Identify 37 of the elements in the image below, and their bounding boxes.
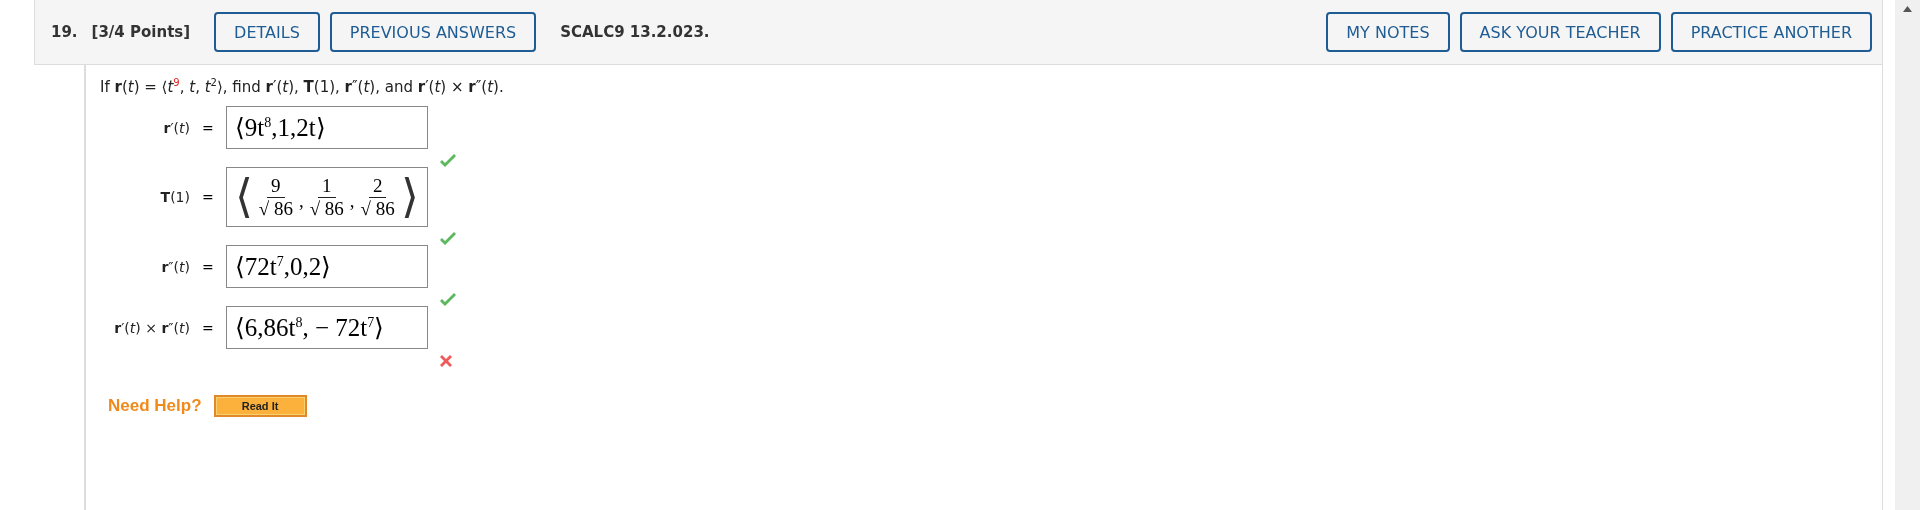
numerator: 1 [318, 174, 336, 198]
read-it-button[interactable]: Read It [213, 395, 307, 417]
numerator: 9 [267, 174, 285, 198]
equals-sign: = [202, 258, 214, 275]
angle-bracket: ⟨ [234, 174, 253, 220]
help-label: Need Help? [108, 396, 202, 416]
answer-label: r′(t) [162, 119, 190, 136]
header-button[interactable]: DETAILS [214, 12, 320, 52]
denominator: √ 86 [308, 197, 345, 220]
comma: , [349, 190, 355, 212]
question-text: If r(t) = ⟨t$^{9}$, t, t$^{2}$⟩, find r′(t), T(1), r″(t), and r′(t) × r″(t). [100, 77, 505, 96]
question-code: SCALC9 13.2.023. [560, 23, 710, 41]
header-button[interactable]: MY NOTES [1326, 12, 1450, 52]
question-number: 19. [51, 23, 78, 41]
answer-value: ⟨9t$^{8}$,1,2t⟩ [234, 113, 326, 142]
denominator: √ 86 [359, 197, 396, 220]
numerator: 2 [368, 174, 387, 198]
scroll-up-icon[interactable] [1903, 6, 1912, 12]
header-button[interactable]: PREVIOUS ANSWERS [329, 12, 537, 52]
answer-label: r′(t) × r″(t) [113, 319, 190, 336]
answer-value: ⟨72t$^{7}$,0,2⟩ [234, 252, 332, 281]
angle-bracket: ⟩ [400, 174, 419, 220]
answer-label: r″(t) [160, 258, 190, 275]
comma: , [298, 190, 304, 212]
equals-sign: = [202, 319, 214, 336]
answer-label: T(1) [159, 189, 190, 205]
answer-box[interactable]: ⟨6,86t$^{8}$, − 72t$^{7}$⟩ [225, 306, 428, 349]
equals-sign: = [202, 189, 214, 205]
answer-box[interactable]: ⟨9t$^{8}$,1,2t⟩ [225, 106, 428, 149]
answer-value: ⟨6,86t$^{8}$, − 72t$^{7}$⟩ [234, 313, 385, 342]
denominator: √ 86 [257, 197, 294, 220]
equals-sign: = [202, 119, 214, 136]
scrollbar[interactable] [1895, 0, 1920, 510]
header-button[interactable]: PRACTICE ANOTHER [1670, 12, 1872, 52]
answer-box[interactable]: ⟨72t$^{7}$,0,2⟩ [225, 245, 428, 288]
header-button[interactable]: ASK YOUR TEACHER [1459, 12, 1661, 52]
points-label: [3/4 Points] [91, 23, 191, 41]
